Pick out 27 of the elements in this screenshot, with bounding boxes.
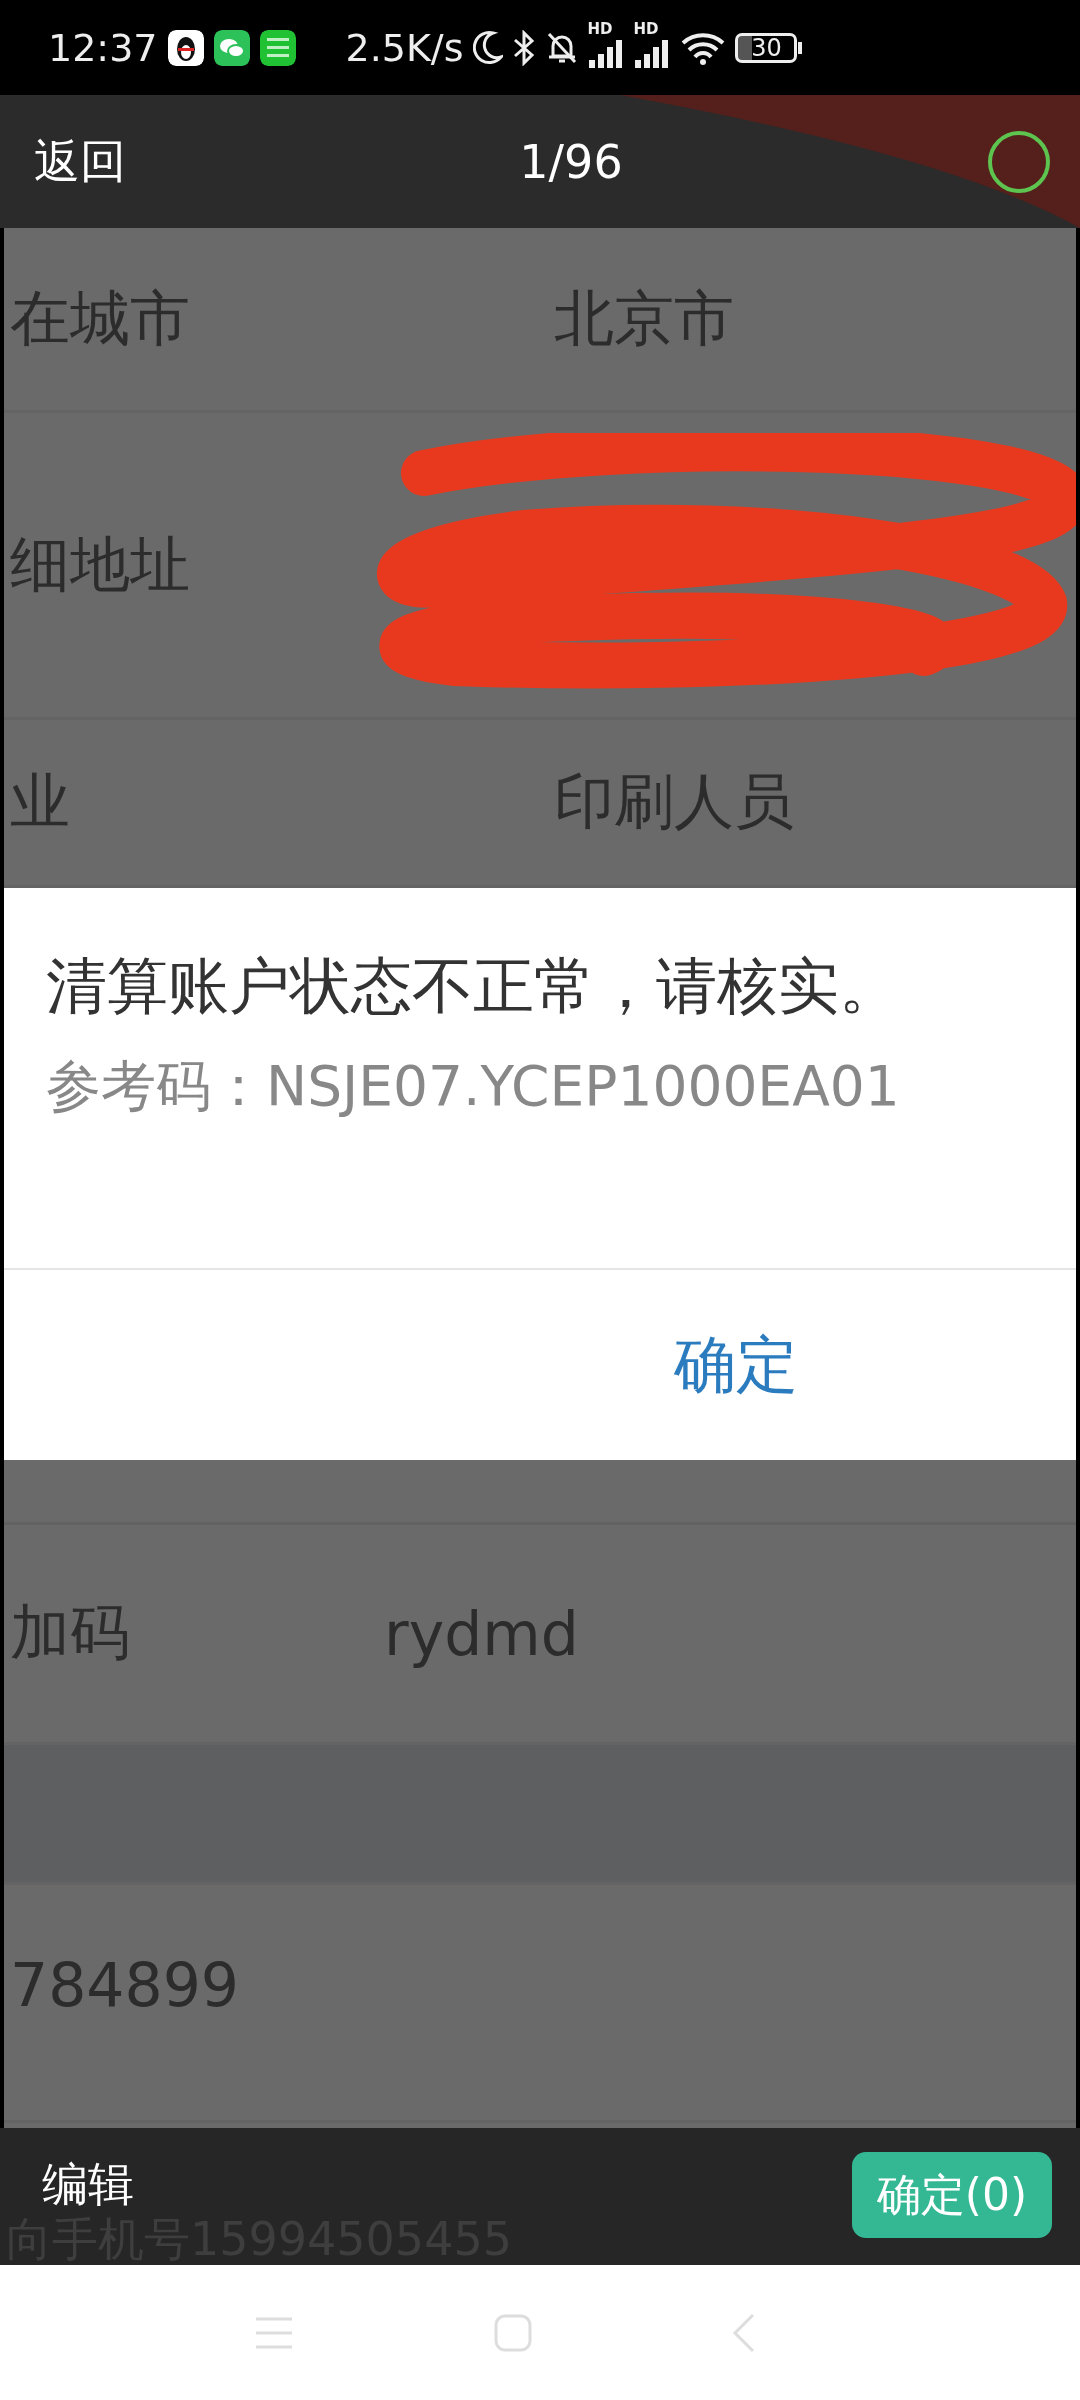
ok-button[interactable]: 确定 bbox=[664, 1313, 808, 1417]
penguin-app-icon bbox=[167, 29, 204, 66]
home-icon[interactable] bbox=[494, 2313, 532, 2352]
field-value: 784899 bbox=[9, 1950, 241, 2020]
network-label: HD bbox=[587, 19, 613, 38]
field-label: 业 bbox=[9, 765, 71, 838]
menu-icon[interactable] bbox=[254, 2315, 294, 2350]
moon-icon bbox=[473, 30, 504, 65]
back-icon[interactable] bbox=[732, 2312, 756, 2353]
bluetooth-icon bbox=[513, 29, 536, 66]
network-label: HD bbox=[633, 19, 659, 38]
field-value: rydmd bbox=[384, 1598, 579, 1669]
alert-message: 清算账户状态不正常，请核实。 bbox=[45, 949, 901, 1023]
clock: 12:37 bbox=[48, 25, 158, 70]
field-label: 在城市 bbox=[9, 281, 191, 355]
page-counter: 1/96 bbox=[519, 134, 623, 189]
reference-code: 参考码：NSJE07.YCEP1000EA01 bbox=[45, 1053, 901, 1120]
chat-app-icon bbox=[213, 29, 250, 66]
select-ring[interactable] bbox=[986, 128, 1052, 195]
wifi-icon bbox=[681, 30, 726, 65]
field-label: 细地址 bbox=[9, 527, 191, 601]
network-speed: 2.5K/s bbox=[345, 25, 464, 70]
field-value: 北京市 bbox=[554, 281, 734, 355]
field-value: 印刷人员 bbox=[554, 765, 794, 838]
edit-button[interactable]: 编辑 bbox=[42, 2154, 134, 2216]
field-label: 加码 bbox=[9, 1596, 131, 1669]
back-button[interactable]: 返回 bbox=[34, 130, 126, 193]
